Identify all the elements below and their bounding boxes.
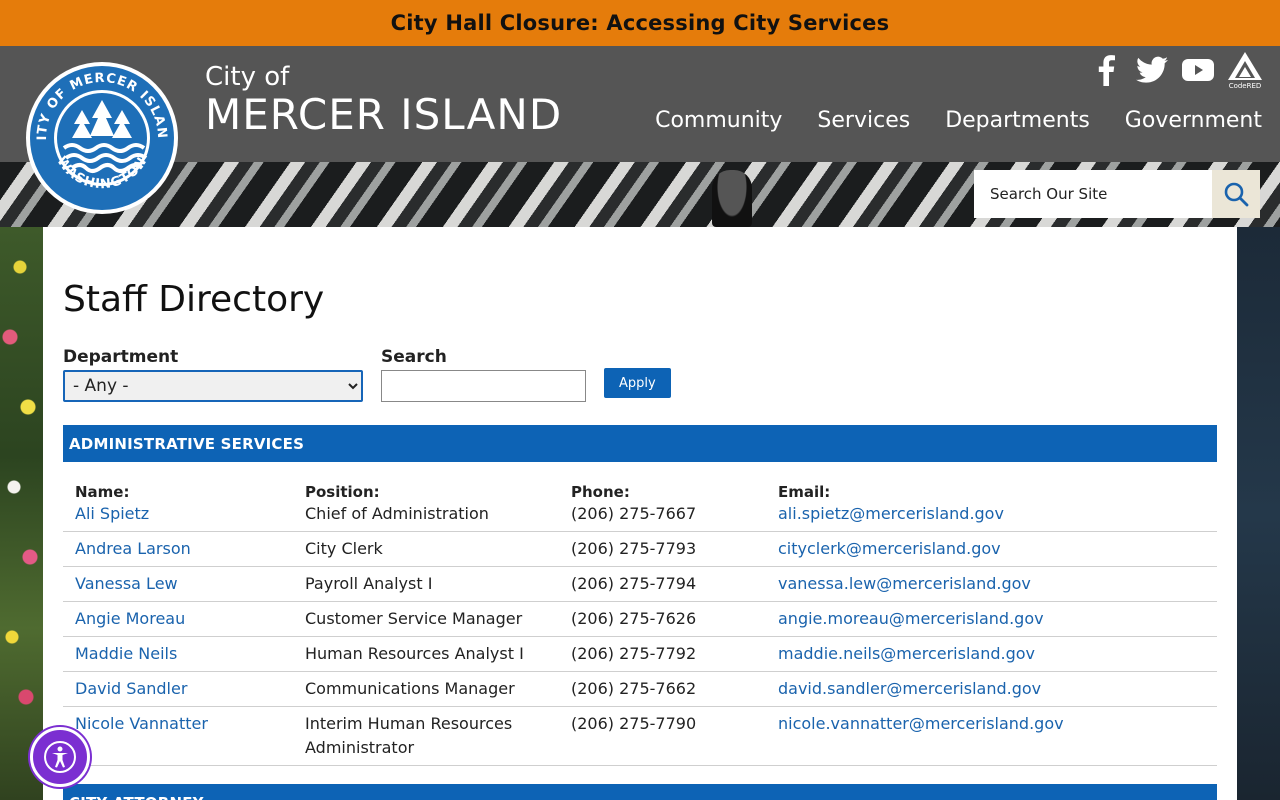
staff-position: Customer Service Manager [305,609,523,628]
staff-phone: (206) 275-7626 [571,609,697,628]
col-position-header: Position: [305,483,380,501]
staff-phone: (206) 275-7667 [571,504,697,523]
staff-name-link[interactable]: Maddie Neils [75,644,177,663]
apply-button[interactable]: Apply [604,368,671,398]
staff-email-link[interactable]: nicole.vannatter@mercerisland.gov [778,714,1064,733]
staff-phone: (206) 275-7794 [571,574,697,593]
twitter-icon[interactable] [1136,52,1168,88]
staff-email-link[interactable]: cityclerk@mercerisland.gov [778,539,1001,558]
youtube-icon[interactable] [1182,52,1214,88]
staff-email-link[interactable]: maddie.neils@mercerisland.gov [778,644,1035,663]
staff-table: Name: Position: Phone: Email: Ali Spietz… [63,482,1217,766]
table-row: Ali Spietz Chief of Administration (206)… [63,502,1217,532]
staff-position: Chief of Administration [305,504,489,523]
hero-right-decoration [1237,227,1280,800]
main-nav: Community Services Departments Governmen… [655,108,1262,133]
accessibility-button[interactable] [30,727,90,787]
alert-bar: City Hall Closure: Accessing City Servic… [0,0,1280,46]
site-search [974,170,1260,218]
table-header-row: Name: Position: Phone: Email: [63,482,1217,502]
search-filter: Search [381,347,586,402]
facebook-icon[interactable] [1090,52,1122,88]
col-email-header: Email: [778,483,831,501]
staff-email-link[interactable]: david.sandler@mercerisland.gov [778,679,1041,698]
site-header [0,46,1280,162]
main-content: Staff Directory Department - Any - Searc… [43,227,1237,800]
table-row: Nicole Vannatter Interim Human Resources… [63,707,1217,766]
codered-label: CodeRED [1228,82,1262,90]
department-label: Department [63,347,179,367]
staff-position: Human Resources Analyst I [305,644,524,663]
staff-position: Interim Human Resources Administrator [305,714,513,757]
section-header-city-attorney: CITY ATTORNEY [63,784,1217,800]
col-phone-header: Phone: [571,483,630,501]
staff-phone: (206) 275-7662 [571,679,697,698]
codered-link[interactable]: CodeRED [1228,52,1262,90]
directory-search-input[interactable] [381,370,586,402]
staff-name-link[interactable]: Angie Moreau [75,609,185,628]
brand-line-1: City of [205,62,290,92]
page-title: Staff Directory [63,279,325,320]
lamp-decoration [712,170,752,227]
staff-position: Communications Manager [305,679,515,698]
staff-name-link[interactable]: Nicole Vannatter [75,714,208,733]
staff-position: City Clerk [305,539,383,558]
staff-phone: (206) 275-7793 [571,539,697,558]
nav-community[interactable]: Community [655,108,782,133]
table-row: Vanessa Lew Payroll Analyst I (206) 275-… [63,567,1217,602]
staff-email-link[interactable]: vanessa.lew@mercerisland.gov [778,574,1031,593]
table-row: Angie Moreau Customer Service Manager (2… [63,602,1217,637]
staff-name-link[interactable]: Andrea Larson [75,539,191,558]
table-row: Maddie Neils Human Resources Analyst I (… [63,637,1217,672]
flowers-decoration [0,227,44,800]
table-row: David Sandler Communications Manager (20… [63,672,1217,707]
department-select[interactable]: - Any - [63,370,363,402]
social-links: CodeRED [1090,52,1262,90]
staff-name-link[interactable]: Ali Spietz [75,504,149,523]
col-name-header: Name: [75,483,130,501]
section-header-administrative-services: ADMINISTRATIVE SERVICES [63,425,1217,462]
staff-phone: (206) 275-7792 [571,644,697,663]
directory-filters: Department - Any - Search Apply [63,347,671,402]
staff-position: Payroll Analyst I [305,574,433,593]
brand-wordmark[interactable]: City of MERCER ISLAND [205,62,562,138]
alert-link[interactable]: City Hall Closure: Accessing City Servic… [391,11,890,35]
nav-departments[interactable]: Departments [945,108,1090,133]
site-search-input[interactable] [974,170,1212,218]
accessibility-icon [44,741,76,773]
nav-government[interactable]: Government [1125,108,1262,133]
brand-line-2: MERCER ISLAND [205,90,563,139]
staff-phone: (206) 275-7790 [571,714,697,733]
nav-services[interactable]: Services [817,108,910,133]
staff-email-link[interactable]: ali.spietz@mercerisland.gov [778,504,1004,523]
staff-email-link[interactable]: angie.moreau@mercerisland.gov [778,609,1044,628]
department-filter: Department - Any - [63,347,363,402]
site-search-button[interactable] [1212,170,1260,218]
codered-icon [1228,52,1262,80]
search-label: Search [381,347,447,367]
table-row: Andrea Larson City Clerk (206) 275-7793 … [63,532,1217,567]
city-seal-logo[interactable]: CITY OF MERCER ISLAND WASHINGTON [18,49,180,216]
staff-name-link[interactable]: Vanessa Lew [75,574,178,593]
search-icon [1224,182,1249,207]
staff-name-link[interactable]: David Sandler [75,679,187,698]
